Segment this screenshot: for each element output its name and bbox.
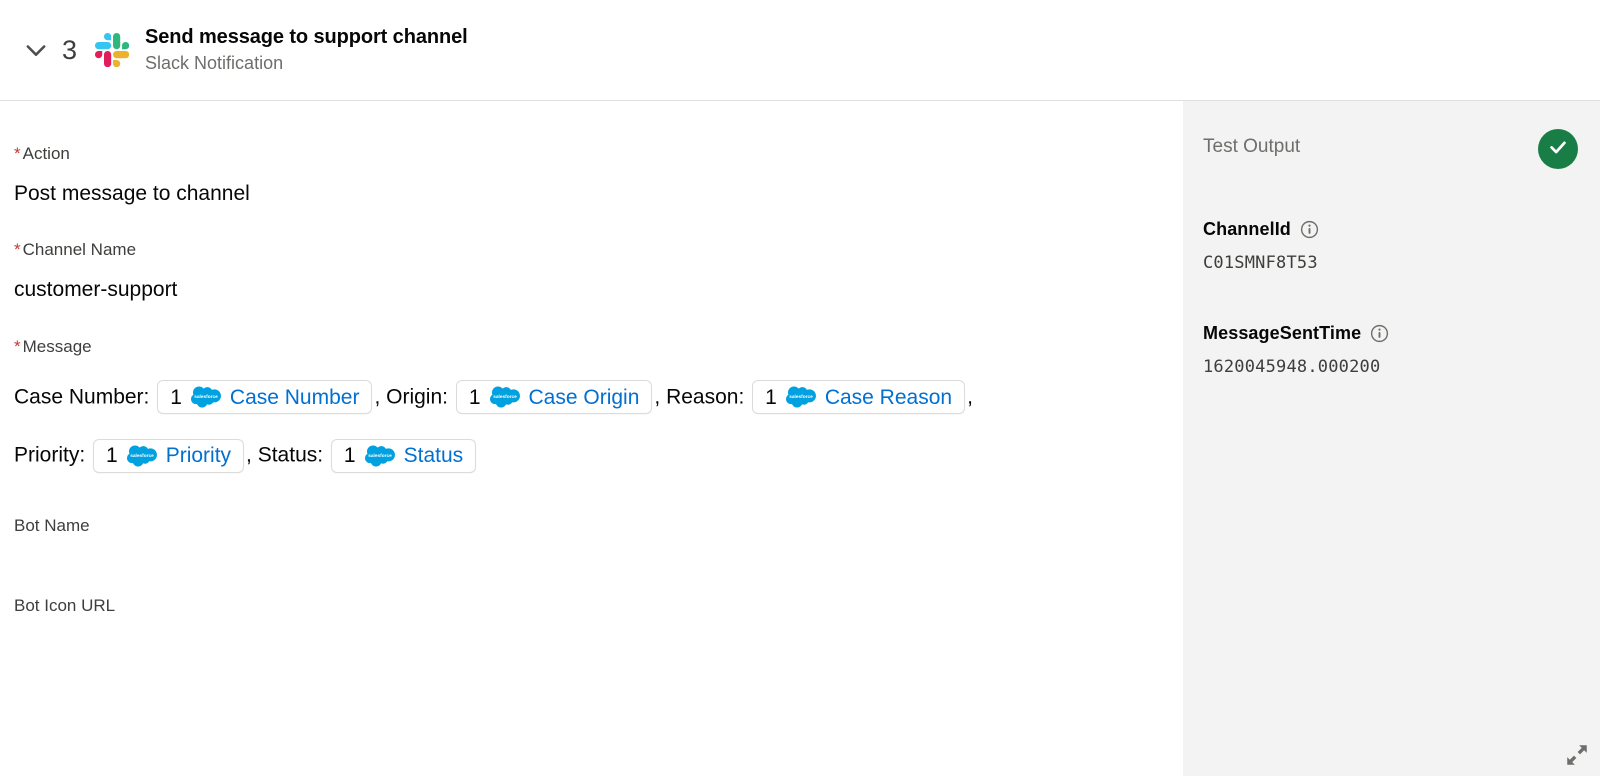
required-asterisk: * xyxy=(14,336,21,356)
output-value-messagesenttime: 1620045948.000200 xyxy=(1203,357,1381,377)
svg-text:salesforce: salesforce xyxy=(194,394,218,400)
info-circle-icon[interactable] xyxy=(1300,220,1319,239)
step-header: 3 Send message to support channel Slack … xyxy=(0,0,1600,101)
label-text: Channel Name xyxy=(22,240,137,260)
token-index: 1 xyxy=(106,444,118,468)
svg-text:salesforce: salesforce xyxy=(130,452,154,458)
salesforce-cloud-icon: salesforce xyxy=(489,386,520,408)
token-label: Priority xyxy=(165,444,232,468)
message-static-text: , Status: xyxy=(246,443,329,467)
salesforce-cloud-icon: salesforce xyxy=(190,386,221,408)
field-label-bot-name: Bot Name xyxy=(14,515,1183,537)
output-key-row: ChannelId xyxy=(1203,219,1600,240)
output-key-label: ChannelId xyxy=(1203,219,1291,239)
svg-text:salesforce: salesforce xyxy=(368,452,392,458)
required-asterisk: * xyxy=(14,144,21,163)
salesforce-cloud-icon: salesforce xyxy=(785,386,816,408)
required-asterisk: * xyxy=(14,240,21,260)
token-index: 1 xyxy=(765,385,777,409)
field-bot-icon-url: Bot Icon URL xyxy=(14,595,1183,643)
field-label-bot-icon-url: Bot Icon URL xyxy=(14,595,1183,617)
field-channel-name: * Channel Name customer-support xyxy=(14,239,1183,303)
message-static-text: , Origin: xyxy=(374,385,454,409)
chevron-down-icon xyxy=(22,36,50,64)
merge-field-token[interactable]: 1 salesforce Case Number xyxy=(157,380,373,415)
step-title: Send message to support channel xyxy=(145,25,468,48)
label-text: Action xyxy=(22,144,70,163)
token-index: 1 xyxy=(343,444,356,468)
field-action: * Action Post message to channel xyxy=(14,143,1183,207)
token-label: Case Reason xyxy=(824,385,953,409)
output-value-channelid: C01SMNF8T53 xyxy=(1203,253,1318,273)
token-index: 1 xyxy=(468,385,481,409)
slack-logo-icon xyxy=(95,33,130,68)
salesforce-cloud-icon: salesforce xyxy=(364,445,395,467)
step-subtitle: Slack Notification xyxy=(145,52,284,73)
form-pane: * Action Post message to channel * Channel… xyxy=(0,101,1183,776)
field-label-channel-name: * Channel Name xyxy=(14,239,1183,261)
salesforce-cloud-icon: salesforce xyxy=(126,445,157,467)
token-label: Case Number xyxy=(229,385,360,409)
message-static-text: Priority: xyxy=(14,443,92,467)
token-label: Status xyxy=(403,444,464,468)
output-field-channelid: ChannelId C01SMNF8T53 xyxy=(1203,219,1600,273)
merge-field-token[interactable]: 1 salesforce Case Reason xyxy=(752,380,966,415)
field-value-bot-icon-url[interactable] xyxy=(14,633,1183,643)
label-text: Bot Name xyxy=(14,515,90,535)
field-label-action: * Action xyxy=(14,143,1183,165)
check-circle-icon xyxy=(1547,136,1569,163)
resize-expand-icon[interactable] xyxy=(1564,742,1590,768)
field-message: * Message Case Number: 1 salesforce Case Nu… xyxy=(14,336,1183,485)
label-text: Bot Icon URL xyxy=(14,595,116,615)
label-text: Message xyxy=(22,336,92,356)
merge-field-token[interactable]: 1 salesforce Priority xyxy=(93,438,245,473)
field-label-message: * Message xyxy=(14,336,1183,358)
token-label: Case Origin xyxy=(528,385,640,409)
test-output-header: Test Output xyxy=(1203,129,1600,169)
field-bot-name: Bot Name xyxy=(14,515,1183,563)
token-index: 1 xyxy=(170,385,182,409)
output-field-messagesenttime: MessageSentTime 1620045948.000200 xyxy=(1203,323,1600,377)
field-value-action[interactable]: Post message to channel xyxy=(14,181,1183,207)
message-static-text: , xyxy=(967,385,973,409)
message-static-text: , Reason: xyxy=(654,385,751,409)
step-number: 3 xyxy=(62,34,78,65)
message-rich-text[interactable]: Case Number: 1 salesforce Case Number , Ori… xyxy=(14,368,1154,485)
field-value-channel-name[interactable]: customer-support xyxy=(14,277,1183,303)
status-badge xyxy=(1538,129,1578,169)
info-circle-icon[interactable] xyxy=(1370,324,1389,343)
output-key-row: MessageSentTime xyxy=(1203,323,1600,344)
svg-text:salesforce: salesforce xyxy=(789,394,813,400)
output-key-label: MessageSentTime xyxy=(1203,323,1362,343)
header-text-group: Send message to support channel Slack No… xyxy=(145,24,468,77)
test-output-pane: Test Output ChannelId C01SMNF8T53 Messag… xyxy=(1183,101,1600,776)
merge-field-token[interactable]: 1 salesforce Case Origin xyxy=(455,380,653,415)
test-output-title: Test Output xyxy=(1203,136,1301,157)
merge-field-token[interactable]: 1 salesforce Status xyxy=(330,438,477,473)
body-wrapper: * Action Post message to channel * Channel… xyxy=(0,101,1600,776)
collapse-toggle-button[interactable] xyxy=(14,28,58,72)
message-static-text: Case Number: xyxy=(14,385,156,409)
field-value-bot-name[interactable] xyxy=(14,553,1183,563)
svg-text:salesforce: salesforce xyxy=(493,394,517,400)
